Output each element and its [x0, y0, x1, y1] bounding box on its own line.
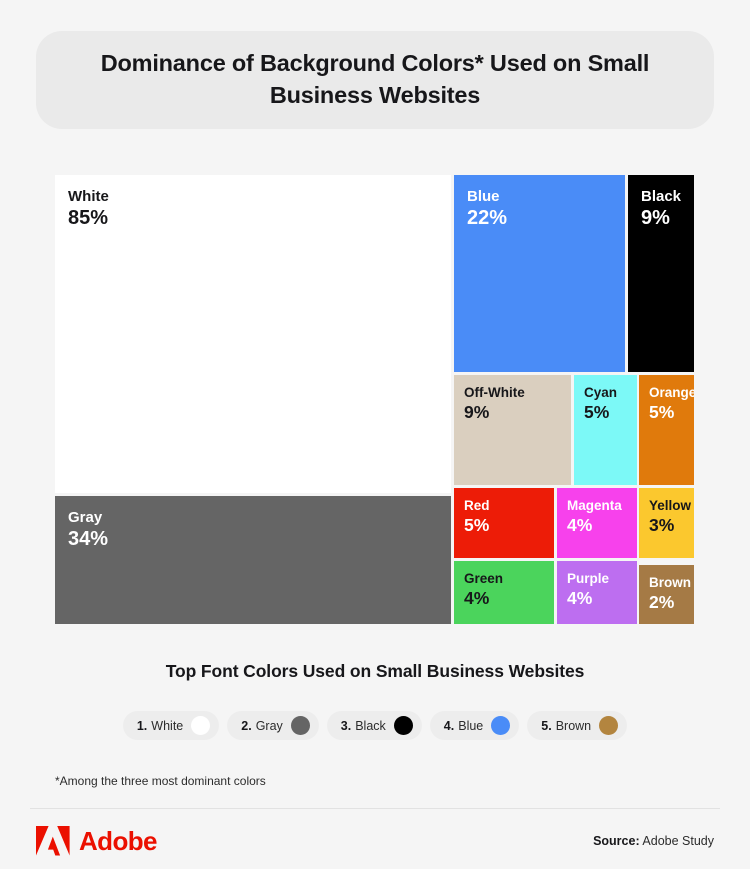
tile-label: Gray — [68, 509, 103, 526]
treemap-tile-red: Red 5% — [454, 488, 554, 558]
source-value: Adobe Study — [642, 834, 714, 848]
tile-value: 5% — [649, 401, 675, 422]
tile-value: 4% — [567, 587, 593, 608]
rank-label: 2. — [241, 718, 252, 733]
color-name: White — [151, 718, 184, 733]
rank-label: 5. — [541, 718, 552, 733]
treemap-tile-brown: Brown 2% — [639, 565, 694, 624]
list-item: 1. White — [122, 711, 220, 740]
rank-label: 1. — [136, 718, 148, 733]
color-name: Black — [355, 718, 386, 733]
tile-label: Green — [464, 571, 504, 586]
tile-label: Black — [641, 188, 682, 205]
footer: Adobe Source: Adobe Study — [36, 820, 714, 862]
adobe-a-icon — [36, 826, 70, 856]
tile-label: Red — [464, 498, 490, 513]
tile-label: Yellow — [649, 498, 692, 513]
tile-label: Magenta — [567, 498, 622, 513]
list-item: 3. Black — [326, 711, 422, 740]
color-swatch-icon — [290, 716, 310, 735]
treemap-tile-yellow: Yellow 3% — [639, 488, 694, 558]
tile-value: 5% — [464, 514, 490, 535]
tile-value: 2% — [649, 591, 675, 612]
adobe-logo: Adobe — [36, 826, 157, 857]
title-card: Dominance of Background Colors* Used on … — [36, 31, 714, 129]
tile-value: 9% — [464, 401, 490, 422]
footnote: *Among the three most dominant colors — [55, 774, 266, 788]
rank-label: 4. — [443, 718, 455, 733]
rank-label: 3. — [340, 718, 352, 733]
tile-label: Orange — [649, 385, 694, 400]
treemap-tile-orange: Orange 5% — [639, 375, 694, 485]
color-swatch-icon — [191, 716, 211, 735]
tile-value: 3% — [649, 514, 675, 535]
color-swatch-icon — [393, 716, 413, 735]
tile-label: Cyan — [584, 385, 618, 400]
treemap-tile-blue: Blue 22% — [454, 175, 625, 372]
color-name: Brown — [555, 718, 592, 733]
tile-value: 5% — [584, 401, 610, 422]
color-name: Gray — [255, 718, 283, 733]
treemap-tile-gray: Gray 34% — [55, 496, 451, 624]
treemap-tile-cyan: Cyan 5% — [574, 375, 637, 485]
brand-name: Adobe — [79, 825, 157, 856]
tile-label: Blue — [467, 188, 500, 205]
footer-divider — [30, 808, 720, 809]
source-label: Source: — [593, 834, 640, 848]
tile-label: Brown — [649, 575, 691, 590]
tile-label: Purple — [567, 571, 610, 586]
source-credit: Source: Adobe Study — [593, 834, 714, 848]
tile-label: White — [68, 188, 109, 205]
color-name: Blue — [458, 718, 484, 733]
tile-label: Off-White — [464, 385, 525, 400]
color-swatch-icon — [599, 716, 619, 735]
tile-value: 85% — [68, 207, 109, 230]
treemap-tile-magenta: Magenta 4% — [557, 488, 637, 558]
tile-value: 9% — [641, 207, 670, 230]
background-colors-treemap: White 85% Gray 34% Blue 22% Black 9% Off… — [55, 175, 694, 624]
color-swatch-icon — [491, 716, 511, 735]
tile-value: 4% — [464, 587, 490, 608]
list-item: 4. Blue — [429, 711, 520, 740]
treemap-tile-green: Green 4% — [454, 561, 554, 624]
font-colors-title: Top Font Colors Used on Small Business W… — [165, 661, 585, 681]
treemap-tile-purple: Purple 4% — [557, 561, 637, 624]
list-item: 2. Gray — [227, 711, 319, 740]
treemap-tile-off-white: Off-White 9% — [454, 375, 571, 485]
list-item: 5. Brown — [527, 711, 628, 740]
treemap-tile-white: White 85% — [55, 175, 451, 493]
tile-value: 4% — [567, 514, 593, 535]
page-title: Dominance of Background Colors* Used on … — [100, 50, 650, 108]
treemap-tile-black: Black 9% — [628, 175, 694, 372]
tile-value: 34% — [68, 528, 109, 551]
font-colors-list: 1. White 2. Gray 3. Black 4. Blue 5. Bro… — [0, 711, 750, 740]
tile-value: 22% — [467, 207, 508, 230]
